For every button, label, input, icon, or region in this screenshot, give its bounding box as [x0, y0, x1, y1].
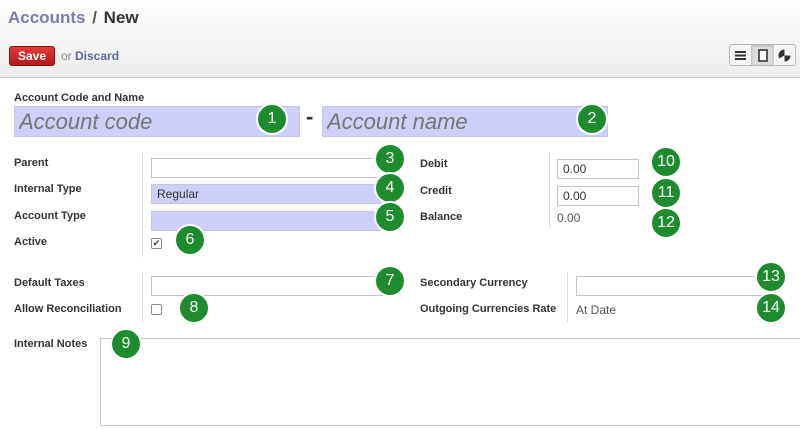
breadcrumb: Accounts / New: [8, 8, 139, 28]
balance-value: 0.00: [557, 211, 581, 225]
outgoing-rate-value: At Date: [576, 303, 617, 317]
form-view-button[interactable]: [752, 45, 774, 65]
marker-6: 6: [174, 224, 206, 256]
marker-11: 11: [650, 177, 682, 209]
account-name-input[interactable]: [322, 106, 608, 137]
internal-type-label: Internal Type: [14, 183, 82, 195]
secondary-currency-label: Secondary Currency: [420, 277, 528, 289]
allow-reconciliation-checkbox[interactable]: [151, 304, 162, 315]
internal-notes-textarea[interactable]: [100, 338, 800, 426]
marker-12: 12: [650, 207, 682, 239]
credit-field[interactable]: 0.00: [557, 186, 639, 206]
marker-9: 9: [110, 328, 142, 360]
debit-label: Debit: [420, 158, 448, 170]
list-view-button[interactable]: [730, 45, 752, 65]
parent-label: Parent: [14, 157, 49, 169]
left-group-divider: [142, 152, 143, 257]
credit-label: Credit: [420, 185, 452, 197]
active-label: Active: [14, 236, 48, 248]
currency-group-divider: [567, 272, 568, 322]
code-name-dash: -: [306, 104, 314, 129]
marker-8: 8: [178, 292, 210, 324]
balance-label: Balance: [420, 211, 463, 223]
discard-link[interactable]: Discard: [75, 49, 119, 63]
breadcrumb-separator: /: [92, 8, 97, 27]
marker-4: 4: [374, 172, 406, 204]
internal-type-select[interactable]: Regular: [151, 184, 395, 204]
outgoing-rate-label: Outgoing Currencies Rate: [420, 303, 557, 315]
marker-5: 5: [374, 201, 406, 233]
save-button[interactable]: Save: [9, 46, 55, 66]
marker-2: 2: [576, 103, 608, 135]
account-code-name-label: Account Code and Name: [14, 92, 145, 104]
default-taxes-label: Default Taxes: [14, 277, 85, 289]
or-text: or: [61, 49, 72, 63]
marker-7: 7: [374, 265, 406, 297]
right-group-divider: [549, 152, 550, 228]
list-view-icon: [735, 50, 746, 60]
marker-3: 3: [374, 143, 406, 175]
parent-field[interactable]: [151, 158, 395, 178]
secondary-currency-field[interactable]: [576, 276, 776, 296]
breadcrumb-current: New: [103, 8, 139, 27]
view-switcher: [729, 44, 796, 66]
control-panel: Accounts / New Save or Discard: [0, 0, 800, 78]
marker-13: 13: [755, 261, 787, 293]
internal-notes-label: Internal Notes: [14, 338, 88, 350]
marker-10: 10: [650, 146, 682, 178]
form-view-icon: [757, 48, 768, 62]
debit-field[interactable]: 0.00: [557, 159, 639, 179]
graph-view-icon: [778, 49, 791, 62]
marker-14: 14: [755, 292, 787, 324]
taxes-group-divider: [142, 272, 143, 322]
allow-reconciliation-label: Allow Reconciliation: [14, 303, 122, 315]
marker-1: 1: [256, 103, 288, 135]
breadcrumb-accounts-link[interactable]: Accounts: [8, 8, 85, 27]
graph-view-button[interactable]: [774, 45, 795, 65]
account-type-label: Account Type: [14, 210, 86, 222]
active-checkbox[interactable]: ✔: [151, 238, 162, 249]
